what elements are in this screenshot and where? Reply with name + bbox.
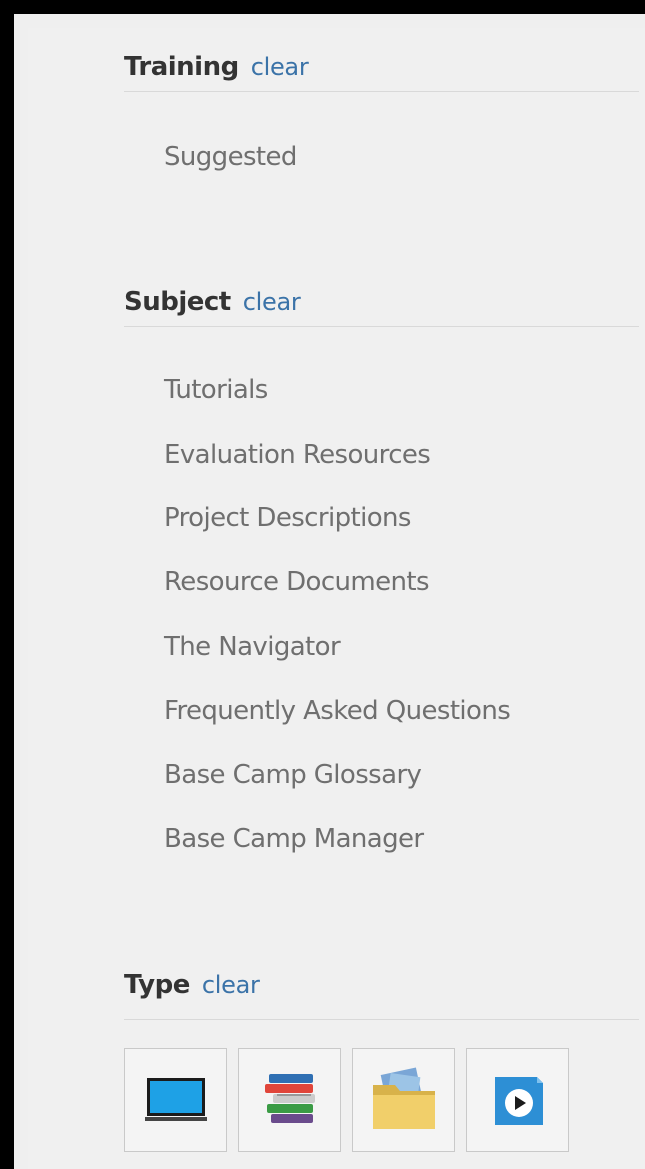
training-section-header: Training clear <box>124 52 639 92</box>
books-icon <box>264 1074 315 1123</box>
filter-item-project-descriptions[interactable]: Project Descriptions <box>164 503 411 533</box>
type-title: Type <box>124 970 190 1000</box>
filter-item-frequently-asked-questions[interactable]: Frequently Asked Questions <box>164 696 511 726</box>
filter-item-evaluation-resources[interactable]: Evaluation Resources <box>164 440 431 470</box>
filter-item-resource-documents[interactable]: Resource Documents <box>164 567 430 597</box>
type-button-folder[interactable] <box>352 1048 455 1152</box>
subject-section-header: Subject clear <box>124 287 639 327</box>
video-play-icon <box>494 1077 543 1125</box>
type-button-video[interactable] <box>466 1048 569 1152</box>
folder-icon <box>372 1067 435 1129</box>
type-clear-link[interactable]: clear <box>202 971 260 999</box>
filter-item-base-camp-glossary[interactable]: Base Camp Glossary <box>164 760 422 790</box>
training-title: Training <box>124 52 239 82</box>
type-button-monitor[interactable] <box>124 1048 227 1152</box>
filter-item-the-navigator[interactable]: The Navigator <box>164 632 341 662</box>
training-clear-link[interactable]: clear <box>251 53 309 81</box>
filter-item-suggested[interactable]: Suggested <box>164 142 297 172</box>
type-section-header: Type clear <box>124 970 639 1020</box>
filter-item-tutorials[interactable]: Tutorials <box>164 375 268 405</box>
subject-title: Subject <box>124 287 231 317</box>
type-button-books[interactable] <box>238 1048 341 1152</box>
subject-clear-link[interactable]: clear <box>243 288 301 316</box>
filter-item-base-camp-manager[interactable]: Base Camp Manager <box>164 824 424 854</box>
monitor-icon <box>144 1078 207 1121</box>
type-button-row <box>124 1048 569 1152</box>
